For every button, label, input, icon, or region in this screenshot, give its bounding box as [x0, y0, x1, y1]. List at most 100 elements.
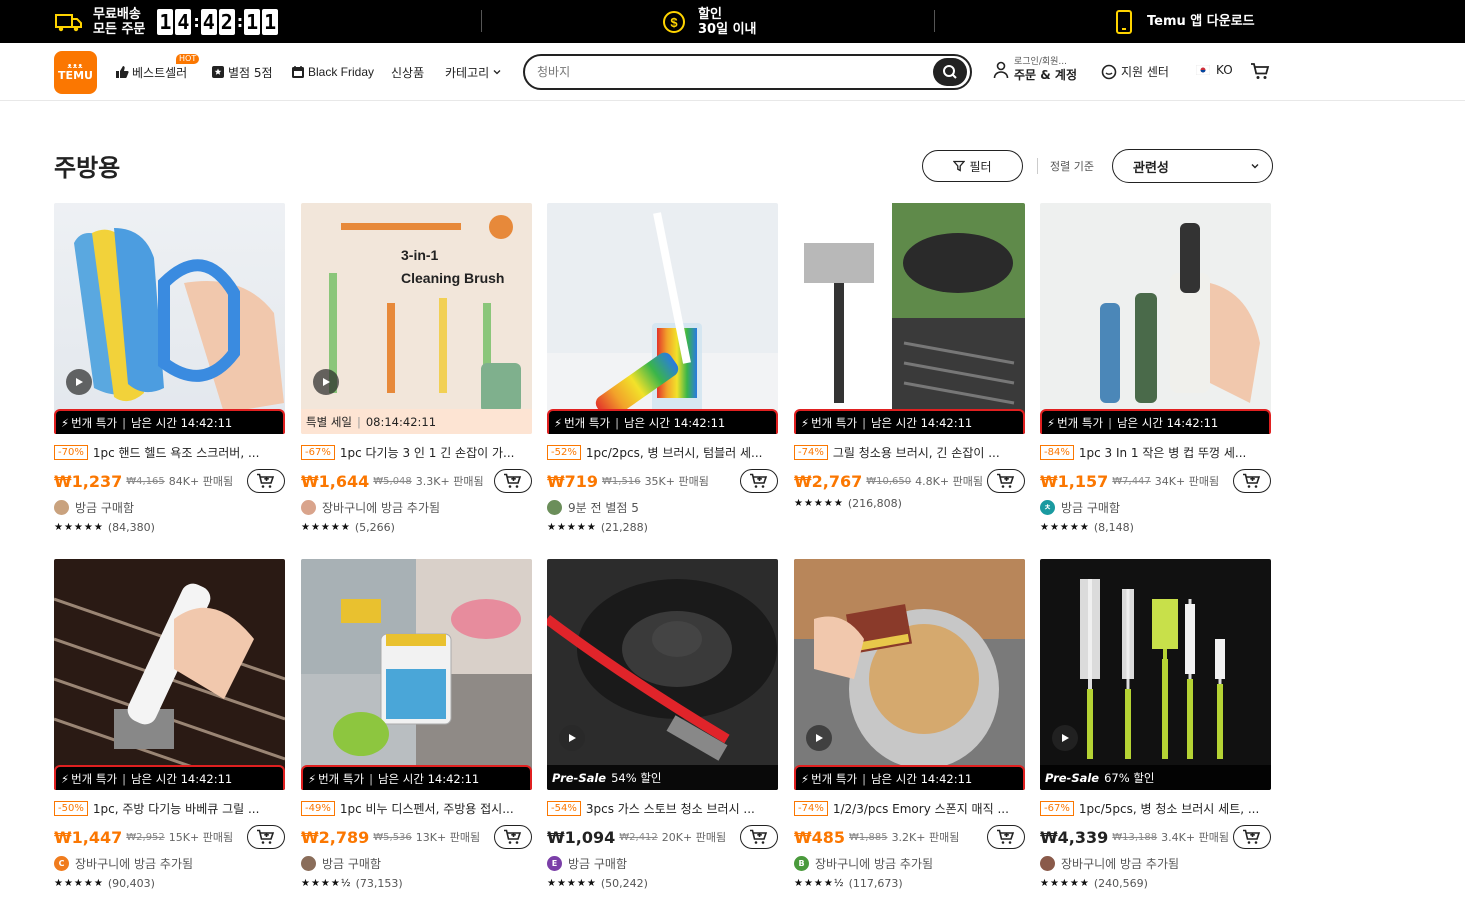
temu-logo[interactable]: ᴥᴥᴥ TEMU — [54, 51, 97, 94]
product-image[interactable]: Pre-Sale 67% 할인 — [1040, 559, 1271, 790]
product-title-row[interactable]: -67% 1pc/5pcs, 병 청소 브러시 세트, ... — [1040, 799, 1271, 817]
product-image[interactable]: ⚡ 번개 특가 | 남은 시간 14:42:11 — [301, 559, 532, 790]
product-title-row[interactable]: -70% 1pc 핸드 헬드 욕조 스크러버, ... — [54, 443, 285, 461]
nav-black-friday[interactable]: Black Friday — [291, 63, 374, 81]
site-header: ᴥᴥᴥ TEMU 베스트셀러 HOT 별점 5점 Black Friday 신상… — [0, 43, 1465, 101]
product-image[interactable]: ⚡ 번개 특가 | 남은 시간 14:42:11 — [794, 559, 1025, 790]
add-to-cart-button[interactable] — [494, 825, 532, 849]
product-photo — [54, 559, 285, 790]
product-image[interactable]: ⚡ 번개 특가 | 남은 시간 14:42:11 — [1040, 203, 1271, 434]
review-count: (8,148) — [1093, 520, 1134, 534]
search-input[interactable] — [537, 62, 917, 82]
sort-dropdown[interactable]: 관련성 — [1112, 149, 1273, 183]
product-card[interactable]: ⚡ 번개 특가 | 남은 시간 14:42:11 -84% 1pc 3 In 1 작은 병… — [1040, 203, 1271, 535]
nav-category[interactable]: 카테고리 — [445, 63, 505, 81]
product-image[interactable]: Pre-Sale 54% 할인 — [547, 559, 778, 790]
product-title-row[interactable]: -67% 1pc 다기능 3 인 1 긴 손잡이 가... — [301, 443, 532, 461]
review-count: (21,288) — [600, 520, 648, 534]
lightning-icon: ⚡ — [61, 771, 70, 786]
product-card[interactable]: ⚡ 번개 특가 | 남은 시간 14:42:11 -49% 1pc 비누 디스펜서, 주방… — [301, 559, 532, 891]
product-card[interactable]: Pre-Sale 67% 할인 -67% 1pc/5pcs, 병 청소 브러시 세트,… — [1040, 559, 1271, 891]
discount-badge: -74% — [794, 444, 828, 460]
product-title-row[interactable]: -49% 1pc 비누 디스펜서, 주방용 접시... — [301, 799, 532, 817]
add-to-cart-button[interactable] — [1233, 469, 1271, 493]
play-video-button[interactable] — [1052, 725, 1078, 751]
product-title-row[interactable]: -54% 3pcs 가스 스토브 청소 브러시 ... — [547, 799, 778, 817]
product-title-row[interactable]: -52% 1pc/2pcs, 병 브러시, 텀블러 세... — [547, 443, 778, 461]
avatar — [547, 499, 562, 515]
product-title[interactable]: 1pc/2pcs, 병 브러시, 텀블러 세... — [586, 444, 763, 461]
add-cart-icon — [504, 473, 522, 488]
product-card[interactable]: ⚡ 번개 특가 | 남은 시간 14:42:11 -70% 1pc 핸드 헬드 욕조 스크… — [54, 203, 285, 535]
support-center-label: 지원 센터 — [1121, 65, 1169, 79]
play-video-button[interactable] — [806, 725, 832, 751]
filter-label: 필터 — [969, 159, 992, 174]
thumbs-up-icon — [116, 66, 129, 78]
deal-banner: ⚡ 번개 특가 | 남은 시간 14:42:11 — [547, 409, 778, 434]
product-card[interactable]: ⚡ 번개 특가 | 남은 시간 14:42:11 -74% 그릴 청소용 브러시, 긴 손… — [794, 203, 1025, 511]
sort-selected-value: 관련성 — [1133, 160, 1169, 176]
language-selector[interactable]: KO — [1196, 63, 1233, 77]
product-card[interactable]: Pre-Sale 54% 할인 -54% 3pcs 가스 스토브 청소 브러시 ...… — [547, 559, 778, 891]
search-button[interactable] — [933, 58, 967, 86]
nav-bestseller[interactable]: 베스트셀러 — [115, 63, 187, 81]
product-title[interactable]: 3pcs 가스 스토브 청소 브러시 ... — [586, 800, 755, 817]
app-download-promo[interactable]: Temu 앱 다운로드 — [1115, 0, 1255, 43]
add-to-cart-button[interactable] — [987, 825, 1025, 849]
product-image[interactable]: ⚡ 번개 특가 | 남은 시간 14:42:11 — [794, 203, 1025, 434]
sold-count: 3.3K+ 판매됨 — [415, 475, 484, 488]
nav-new-arrivals[interactable]: 신상품 — [391, 63, 424, 81]
product-title[interactable]: 1pc/5pcs, 병 청소 브러시 세트, ... — [1079, 800, 1259, 817]
flash-deal-label: 번개 특가 — [71, 415, 118, 430]
product-title[interactable]: 1pc 핸드 헬드 욕조 스크러버, ... — [93, 444, 260, 461]
rating-row: ★★★★★ (240,569) — [1040, 875, 1271, 891]
product-title-row[interactable]: -84% 1pc 3 In 1 작은 병 컵 뚜껑 세... — [1040, 443, 1271, 461]
support-center[interactable]: 지원 센터 — [1101, 63, 1169, 80]
price-row: ₩2,767 ₩10,650 4.8K+ 판매됨 — [794, 469, 1025, 493]
product-title[interactable]: 그릴 청소용 브러시, 긴 손잡이 ... — [833, 444, 1000, 461]
product-card[interactable]: ⚡ 번개 특가 | 남은 시간 14:42:11 -74% 1/2/3/pcs Emory… — [794, 559, 1025, 891]
original-price: ₩2,952 — [126, 831, 165, 843]
product-title[interactable]: 1/2/3/pcs Emory 스폰지 매직 ... — [833, 800, 1009, 817]
product-title[interactable]: 1pc 3 In 1 작은 병 컵 뚜껑 세... — [1079, 444, 1247, 461]
product-title[interactable]: 1pc, 주방 다기능 바베큐 그릴 ... — [93, 800, 260, 817]
sort-label: 정렬 기준 — [1050, 160, 1094, 173]
product-photo — [547, 559, 778, 790]
play-video-button[interactable] — [66, 369, 92, 395]
cart-button[interactable] — [1250, 62, 1270, 80]
product-image[interactable]: ⚡ 번개 특가 | 남은 시간 14:42:11 — [54, 203, 285, 434]
discount-badge: -70% — [54, 444, 88, 460]
product-title-row[interactable]: -74% 그릴 청소용 브러시, 긴 손잡이 ... — [794, 443, 1025, 461]
nav-five-star[interactable]: 별점 5점 — [211, 63, 273, 81]
account-menu[interactable]: 로그인/회원... 주문 & 계정 — [993, 57, 1077, 82]
product-title[interactable]: 1pc 비누 디스펜서, 주방용 접시... — [340, 800, 514, 817]
timer-digit: 4 — [175, 8, 192, 35]
add-to-cart-button[interactable] — [494, 469, 532, 493]
avatar — [301, 499, 316, 515]
buyer-activity-text: 장바구니에 방금 추가됨 — [815, 856, 934, 871]
add-to-cart-button[interactable] — [247, 469, 285, 493]
product-title[interactable]: 1pc 다기능 3 인 1 긴 손잡이 가... — [340, 444, 515, 461]
play-video-button[interactable] — [313, 369, 339, 395]
product-title-row[interactable]: -50% 1pc, 주방 다기능 바베큐 그릴 ... — [54, 799, 285, 817]
product-card[interactable]: 3-in-1 Cleaning Brush 특별 세일 | 08:14:42:11 -67… — [301, 203, 532, 535]
price-adjust-promo[interactable]: $ 할인 30일 이내 — [662, 0, 757, 43]
product-card[interactable]: ⚡ 번개 특가 | 남은 시간 14:42:11 -52% 1pc/2pcs, 병 브러시… — [547, 203, 778, 535]
filter-button[interactable]: 필터 — [922, 150, 1023, 182]
add-to-cart-button[interactable] — [740, 469, 778, 493]
add-cart-icon — [1243, 829, 1261, 844]
product-image[interactable]: ⚡ 번개 특가 | 남은 시간 14:42:11 — [54, 559, 285, 790]
add-to-cart-button[interactable] — [247, 825, 285, 849]
add-to-cart-button[interactable] — [987, 469, 1025, 493]
product-image[interactable]: ⚡ 번개 특가 | 남은 시간 14:42:11 — [547, 203, 778, 434]
login-signup-label: 로그인/회원... — [1014, 57, 1068, 67]
product-card[interactable]: ⚡ 번개 특가 | 남은 시간 14:42:11 -50% 1pc, 주방 다기능 바베큐… — [54, 559, 285, 891]
free-shipping-promo[interactable]: 무료배송 모든 주문 14:42:11 — [55, 0, 280, 43]
play-video-button[interactable] — [559, 725, 585, 751]
review-count: (117,673) — [848, 876, 903, 890]
product-image[interactable]: 3-in-1 Cleaning Brush 특별 세일 | 08:14:42:11 — [301, 203, 532, 434]
add-to-cart-button[interactable] — [740, 825, 778, 849]
add-to-cart-button[interactable] — [1233, 825, 1271, 849]
product-title-row[interactable]: -74% 1/2/3/pcs Emory 스폰지 매직 ... — [794, 799, 1025, 817]
user-icon — [993, 61, 1009, 78]
